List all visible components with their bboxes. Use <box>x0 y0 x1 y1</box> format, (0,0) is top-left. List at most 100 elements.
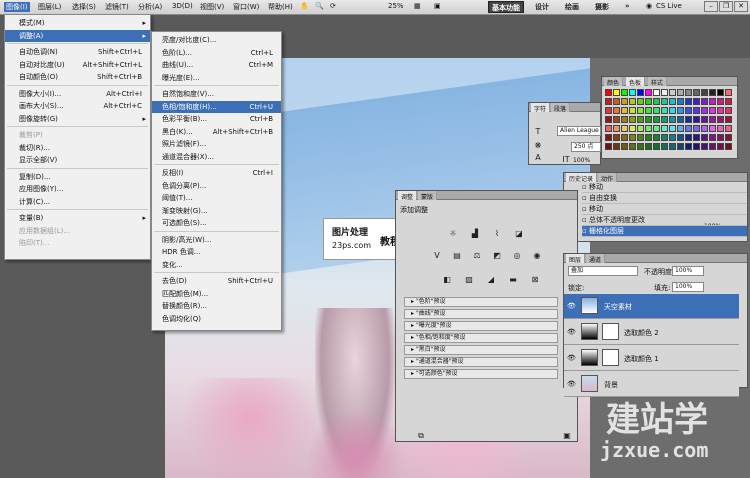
color-swatch[interactable] <box>621 89 628 96</box>
selective-color-icon[interactable]: ⊠ <box>530 275 540 285</box>
color-swatch[interactable] <box>653 134 660 141</box>
color-swatch[interactable] <box>605 89 612 96</box>
color-swatch[interactable] <box>725 134 732 141</box>
color-swatch[interactable] <box>669 125 676 132</box>
color-swatch[interactable] <box>725 98 732 105</box>
zoom-tool-icon[interactable]: 🔍 <box>315 2 324 10</box>
color-swatch[interactable] <box>709 98 716 105</box>
tab-color[interactable]: 颜色 <box>604 77 624 87</box>
adjustment-preset[interactable]: ▸ "曲线"预设 <box>404 309 558 319</box>
tab-swatches[interactable]: 色板 <box>626 77 646 87</box>
color-swatch[interactable] <box>661 134 668 141</box>
color-swatch[interactable] <box>645 89 652 96</box>
color-swatch[interactable] <box>709 143 716 150</box>
color-swatch[interactable] <box>701 98 708 105</box>
color-swatch[interactable] <box>613 125 620 132</box>
color-swatch[interactable] <box>717 107 724 114</box>
color-swatch[interactable] <box>613 116 620 123</box>
color-swatch[interactable] <box>685 89 692 96</box>
adjust-menu-item[interactable]: 亮度/对比度(C)... <box>152 34 281 46</box>
color-swatch[interactable] <box>725 143 732 150</box>
menu-view[interactable]: 视图(V) <box>200 2 224 12</box>
adjust-menu-item[interactable]: 去色(D) Shift+Ctrl+U <box>152 275 281 287</box>
exposure-icon[interactable]: ◪ <box>514 229 524 239</box>
color-swatch[interactable] <box>629 89 636 96</box>
adjust-menu-item[interactable]: 曝光度(E)... <box>152 72 281 84</box>
color-swatch[interactable] <box>645 98 652 105</box>
threshold-icon[interactable]: ◢ <box>486 275 496 285</box>
tab-masks[interactable]: 蒙版 <box>418 191 438 201</box>
color-swatch[interactable] <box>693 125 700 132</box>
color-swatch[interactable] <box>677 116 684 123</box>
close-icon[interactable]: ✕ <box>734 1 748 12</box>
adjust-menu-item[interactable]: 反相(I) Ctrl+I <box>152 167 281 179</box>
clip-layer-icon[interactable]: ⧉ <box>416 431 426 441</box>
tab-layers[interactable]: 图层 <box>566 254 586 264</box>
color-swatch[interactable] <box>605 107 612 114</box>
color-swatch[interactable] <box>629 116 636 123</box>
cs-live-button[interactable]: CS Live <box>656 2 682 10</box>
color-swatch[interactable] <box>637 89 644 96</box>
tab-paragraph[interactable]: 段落 <box>551 103 571 113</box>
adjust-menu-item[interactable]: 色相/饱和度(H)... Ctrl+U <box>152 100 281 113</box>
font-family-field[interactable]: Alien League <box>557 126 601 136</box>
color-swatch[interactable] <box>661 125 668 132</box>
color-swatch[interactable] <box>661 98 668 105</box>
color-swatch[interactable] <box>717 116 724 123</box>
color-swatch[interactable] <box>637 134 644 141</box>
color-swatch[interactable] <box>693 143 700 150</box>
color-swatch[interactable] <box>717 98 724 105</box>
color-swatch[interactable] <box>701 89 708 96</box>
color-swatch[interactable] <box>637 107 644 114</box>
color-swatch[interactable] <box>701 125 708 132</box>
color-swatch[interactable] <box>621 107 628 114</box>
color-swatch[interactable] <box>685 143 692 150</box>
image-menu-item[interactable]: 裁剪(P) <box>5 129 150 141</box>
color-swatch[interactable] <box>701 143 708 150</box>
color-swatch[interactable] <box>653 116 660 123</box>
workspace-painting[interactable]: 绘画 <box>562 1 582 13</box>
menu-filter[interactable]: 滤镜(T) <box>105 2 129 12</box>
adjust-menu-item[interactable]: 色彩平衡(B)... Ctrl+B <box>152 113 281 125</box>
color-swatch[interactable] <box>645 116 652 123</box>
adjust-menu-item[interactable]: 黑白(K)... Alt+Shift+Ctrl+B <box>152 126 281 138</box>
color-swatch[interactable] <box>725 89 732 96</box>
visibility-eye-icon[interactable]: 👁 <box>567 302 576 310</box>
panel-options-icon[interactable]: ▣ <box>562 431 572 441</box>
layer-row[interactable]: 👁 选取颜色 2 <box>564 320 739 345</box>
color-swatch[interactable] <box>669 89 676 96</box>
color-swatch[interactable] <box>605 125 612 132</box>
color-swatch[interactable] <box>693 116 700 123</box>
adjust-menu-item[interactable]: 阈值(T)... <box>152 192 281 204</box>
image-menu-item[interactable]: 图像旋转(G) ▸ <box>5 113 150 125</box>
menu-window[interactable]: 窗口(W) <box>233 2 259 12</box>
blend-mode-select[interactable]: 叠加 <box>568 266 638 276</box>
visibility-eye-icon[interactable]: 👁 <box>567 328 576 336</box>
color-swatch[interactable] <box>669 107 676 114</box>
workspace-essentials[interactable]: 基本功能 <box>488 1 524 13</box>
image-menu-item[interactable]: 图像大小(I)... Alt+Ctrl+I <box>5 88 150 100</box>
color-swatch[interactable] <box>621 116 628 123</box>
tab-channels[interactable]: 通道 <box>586 254 606 264</box>
color-swatch[interactable] <box>717 125 724 132</box>
color-swatch[interactable] <box>653 98 660 105</box>
vertical-scale-value[interactable]: 100% <box>573 157 590 164</box>
color-swatch[interactable] <box>621 98 628 105</box>
adjustment-preset[interactable]: ▸ "通道混合器"预设 <box>404 357 558 367</box>
color-swatch[interactable] <box>725 125 732 132</box>
image-menu-item[interactable]: 模式(M) ▸ <box>5 17 150 29</box>
menu-help[interactable]: 帮助(H) <box>268 2 293 12</box>
history-state[interactable]: ▫ 自由变换 <box>582 193 747 204</box>
color-swatch[interactable] <box>677 107 684 114</box>
image-menu-item[interactable]: 画布大小(S)... Alt+Ctrl+C <box>5 100 150 112</box>
color-swatch[interactable] <box>669 98 676 105</box>
color-swatch[interactable] <box>645 107 652 114</box>
invert-icon[interactable]: ◧ <box>442 275 452 285</box>
color-swatch[interactable] <box>645 134 652 141</box>
adjust-menu-item[interactable]: 替换颜色(R)... <box>152 300 281 312</box>
workspace-more[interactable]: » <box>622 1 633 13</box>
color-swatch[interactable] <box>701 107 708 114</box>
photo-filter-icon[interactable]: ◎ <box>512 251 522 261</box>
color-swatch[interactable] <box>677 143 684 150</box>
visibility-eye-icon[interactable]: 👁 <box>567 380 576 388</box>
